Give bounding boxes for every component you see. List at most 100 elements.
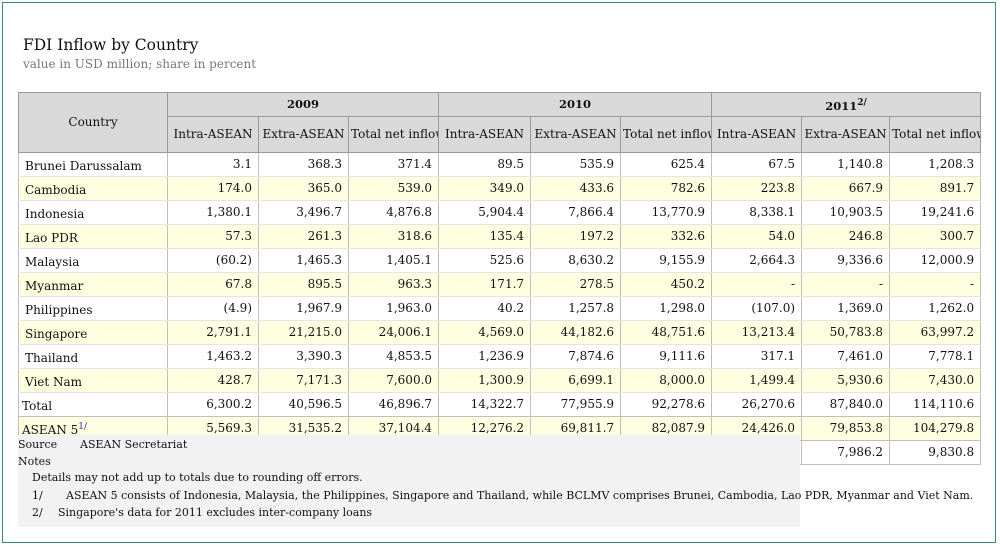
value-cell: (107.0) [711,295,803,321]
value-cell: 535.9 [530,151,622,177]
value-cell: 4,876.8 [347,199,440,225]
table-row: Malaysia (60.2) 1,465.3 1,405.1 525.6 8,630.2… [18,247,982,273]
notes-section: Source ASEAN Secretariat Notes Details m… [18,435,973,527]
value-cell: 104,279.8 [889,415,982,441]
fdi-table: Country 2009 2010 20112/ Intra-ASEAN Extr… [18,92,982,465]
value-cell: 1,369.0 [801,295,891,321]
year-header-2010: 2010 [438,92,713,117]
table-header: Country 2009 2010 20112/ Intra-ASEAN Extr… [18,92,982,153]
value-cell: 8,630.2 [530,247,622,273]
value-cell: 114,110.6 [889,391,982,417]
value-cell: 1,262.0 [889,295,982,321]
value-cell: 3,390.3 [258,343,349,369]
value-cell: 24,006.1 [347,319,440,345]
page-subtitle: value in USD million; share in percent [23,57,257,71]
value-cell: 539.0 [347,175,440,201]
year-header-2011: 20112/ [711,92,982,117]
value-cell: 79,853.8 [801,415,891,441]
value-cell: 1,463.2 [167,343,259,369]
country-cell: Total [18,391,168,417]
value-cell: 174.0 [167,175,259,201]
table-row: Viet Nam 428.7 7,171.3 7,600.0 1,300.9 6,699.… [18,367,982,393]
country-cell: Brunei Darussalam [18,151,168,177]
table-row: Lao PDR 57.3 261.3 318.6 135.4 197.2 332.6 54.0… [18,223,982,249]
value-cell: 48,751.6 [620,319,713,345]
value-cell: 7,986.2 [801,439,891,465]
footnote-text-2: Singapore's data for 2011 excludes inter… [58,506,373,519]
footnote-mark-1: 1/ [32,489,43,502]
value-cell: 8,000.0 [620,367,713,393]
subcolumn-header: Total net inflow [889,115,982,153]
country-cell: Myanmar [18,271,168,297]
value-cell: 7,171.3 [258,367,349,393]
value-cell: 7,866.4 [530,199,622,225]
value-cell: 332.6 [620,223,713,249]
value-cell: 67.8 [167,271,259,297]
value-cell: 12,000.9 [889,247,982,273]
value-cell: 318.6 [347,223,440,249]
country-column-header: Country [18,92,168,153]
subcolumn-header: Extra-ASEAN [258,115,349,153]
value-cell: 368.3 [258,151,349,177]
value-cell: 5,930.6 [801,367,891,393]
footnote-text-1: ASEAN 5 consists of Indonesia, Malaysia,… [66,489,974,502]
value-cell: 67.5 [711,151,803,177]
value-cell: 1,380.1 [167,199,259,225]
value-cell: 63,997.2 [889,319,982,345]
value-cell: 891.7 [889,175,982,201]
value-cell: 1,140.8 [801,151,891,177]
source-value: ASEAN Secretariat [80,438,188,451]
value-cell: 1,967.9 [258,295,349,321]
value-cell: 9,111.6 [620,343,713,369]
value-cell: 1,300.9 [438,367,532,393]
value-cell: 6,699.1 [530,367,622,393]
value-cell: 450.2 [620,271,713,297]
footnote-ref: 1/ [78,421,88,432]
value-cell: - [711,271,803,297]
country-cell: Malaysia [18,247,168,273]
subcolumn-header: Intra-ASEAN [711,115,803,153]
subcolumn-header: Intra-ASEAN [167,115,259,153]
value-cell: 171.7 [438,271,532,297]
country-cell: Indonesia [18,199,168,225]
table-row: Myanmar 67.8 895.5 963.3 171.7 278.5 450.2- - - [18,271,982,297]
country-cell: Viet Nam [18,367,168,393]
value-cell: 21,215.0 [258,319,349,345]
value-cell: 1,499.4 [711,367,803,393]
value-cell: 7,461.0 [801,343,891,369]
value-cell: 963.3 [347,271,440,297]
value-cell: 3.1 [167,151,259,177]
value-cell: 261.3 [258,223,349,249]
value-cell: 1,236.9 [438,343,532,369]
country-cell: Cambodia [18,175,168,201]
value-cell: 197.2 [530,223,622,249]
value-cell: 5,904.4 [438,199,532,225]
value-cell: 89.5 [438,151,532,177]
value-cell: 300.7 [889,223,982,249]
subcolumn-header: Extra-ASEAN [801,115,891,153]
value-cell: 87,840.0 [801,391,891,417]
country-cell: Thailand [18,343,168,369]
value-cell: 13,213.4 [711,319,803,345]
table-row: Indonesia 1,380.1 3,496.7 4,876.8 5,904.4 7,8… [18,199,982,225]
value-cell: 371.4 [347,151,440,177]
value-cell: 1,963.0 [347,295,440,321]
value-cell: - [801,271,891,297]
value-cell: 26,270.6 [711,391,803,417]
value-cell: 317.1 [711,343,803,369]
subcolumn-header: Intra-ASEAN [438,115,532,153]
footnote-mark-2: 2/ [32,506,43,519]
value-cell: 44,182.6 [530,319,622,345]
value-cell: 1,405.1 [347,247,440,273]
value-cell: 40,596.5 [258,391,349,417]
value-cell: 246.8 [801,223,891,249]
value-cell: 8,338.1 [711,199,803,225]
value-cell: 782.6 [620,175,713,201]
value-cell: - [889,271,982,297]
country-cell: Singapore [18,319,168,345]
value-cell: 19,241.6 [889,199,982,225]
value-cell: 7,778.1 [889,343,982,369]
subcolumn-header: Total net inflow [620,115,713,153]
source-label: Source [18,438,58,451]
value-cell: 2,664.3 [711,247,803,273]
